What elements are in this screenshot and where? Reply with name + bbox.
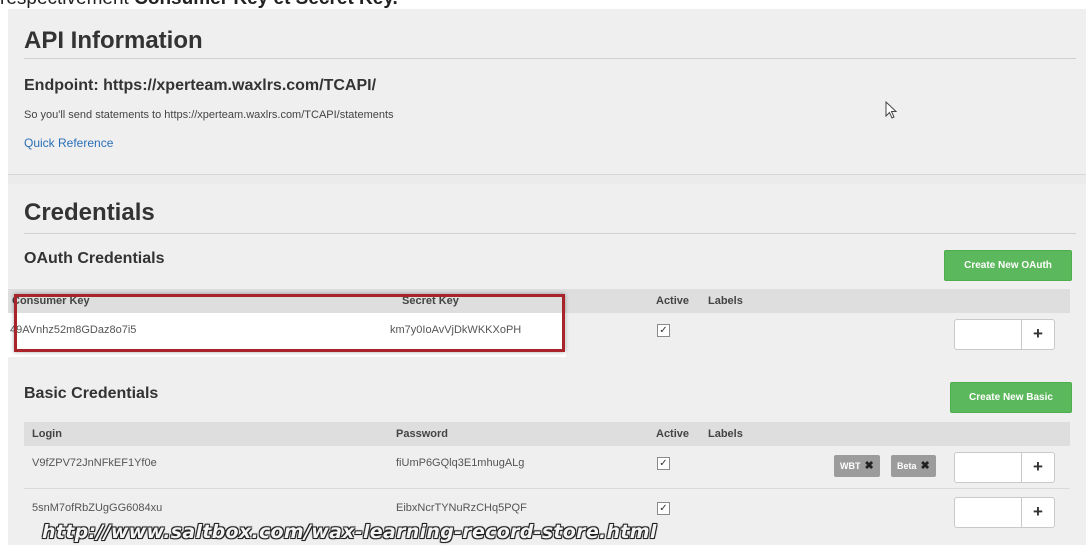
basic-table-header: Login Password Active Labels [24,422,1070,446]
quick-reference-link[interactable]: Quick Reference [24,136,113,150]
oauth-active-checkbox[interactable]: ✓ [657,324,670,337]
tag-wbt: WBT ✖ [834,455,880,477]
create-new-oauth-button[interactable]: Create New OAuth [944,250,1072,281]
oauth-label-input[interactable] [954,319,1022,350]
tag-label: Beta [897,461,917,471]
caption-text: respectivement [0,0,134,9]
statements-note: So you'll send statements to https://xpe… [24,109,394,121]
tag-label: WBT [840,461,861,471]
basic-label-input[interactable] [954,497,1022,528]
remove-tag-icon[interactable]: ✖ [921,460,930,472]
basic-add-label-button[interactable]: + [1022,452,1055,483]
basic-row: 5snM7ofRbZUgGG6084xu EibxNcrTYNuRzCHq5PQ… [24,491,1070,525]
url-watermark: http://www.saltbox.com/wax-learning-reco… [42,521,657,543]
basic-active-checkbox[interactable]: ✓ [657,457,670,470]
login-header: Login [32,428,62,440]
api-title-divider [24,58,1076,59]
password-header: Password [396,428,448,440]
endpoint-text: Endpoint: https://xperteam.waxlrs.com/TC… [24,77,377,94]
basic-add-label-button[interactable]: + [1022,497,1055,528]
api-information-panel: API Information Endpoint: https://xperte… [8,9,1086,175]
app-window: API Information Endpoint: https://xperte… [8,9,1086,545]
login-value: 5snM7ofRbZUgGG6084xu [32,502,163,514]
basic-credentials-title: Basic Credentials [24,385,159,402]
login-value: V9fZPV72JnNFkEF1Yf0e [32,457,157,469]
labels-header: Labels [708,428,743,440]
credentials-title: Credentials [24,199,155,226]
tag-beta: Beta ✖ [891,455,936,477]
create-new-basic-button[interactable]: Create New Basic [950,382,1072,413]
basic-label-input[interactable] [954,452,1022,483]
row-divider [24,488,1070,489]
labels-header: Labels [708,295,743,307]
active-header: Active [656,295,690,307]
oauth-credentials-title: OAuth Credentials [24,250,165,267]
credentials-title-divider [24,233,1076,234]
api-information-title: API Information [24,27,203,54]
remove-tag-icon[interactable]: ✖ [865,460,874,472]
password-value: EibxNcrTYNuRzCHq5PQF [396,502,527,514]
password-value: fiUmP6GQlq3E1mhugALg [396,457,525,469]
active-header: Active [656,428,690,440]
basic-active-checkbox[interactable]: ✓ [657,502,670,515]
mouse-cursor-icon [885,101,898,119]
highlight-frame [14,294,565,352]
oauth-add-label-button[interactable]: + [1022,319,1055,350]
caption-bold-text: Consumer Key et Secret Key. [134,0,398,9]
